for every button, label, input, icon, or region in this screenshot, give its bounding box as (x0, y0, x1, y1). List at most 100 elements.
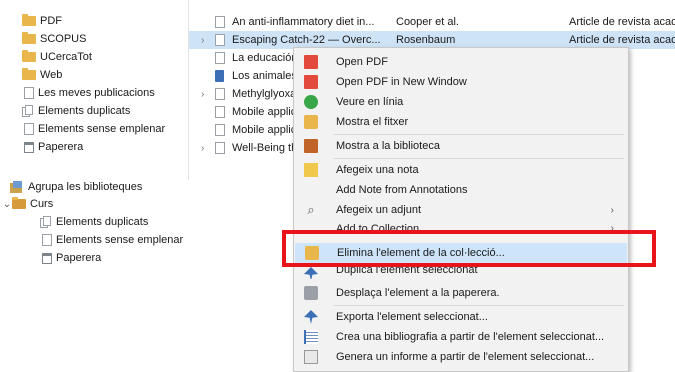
folder-icon (22, 68, 36, 80)
duplicate-icon (22, 105, 34, 117)
export-icon (304, 310, 318, 324)
trash-icon (304, 286, 318, 300)
journal-article-icon (215, 34, 225, 46)
chevron-right-icon[interactable]: › (201, 143, 204, 154)
menu-label: Add Note from Annotations (336, 184, 468, 196)
menu-export-item[interactable]: Exporta l'element seleccionat... (294, 307, 628, 327)
journal-article-icon (215, 16, 225, 28)
chevron-right-icon[interactable]: › (201, 89, 204, 100)
pdf-icon (304, 75, 318, 89)
menu-move-to-trash[interactable]: Desplaça l'element a la paperera. (294, 283, 628, 303)
item-title: Well-Being thr (232, 142, 301, 154)
menu-open-pdf-new-window[interactable]: Open PDF in New Window (294, 72, 628, 92)
group-libraries-label: Agrupa les biblioteques (28, 181, 143, 193)
collection-label: SCOPUS (40, 33, 87, 45)
collection-label: Elements duplicats (56, 216, 149, 228)
folder-icon (22, 32, 36, 44)
menu-duplicate-item[interactable]: Duplica l'element seleccionat (294, 267, 628, 279)
my-publications[interactable]: Les meves publicacions (24, 84, 155, 102)
journal-article-icon (215, 88, 225, 100)
menu-open-pdf[interactable]: Open PDF (294, 52, 628, 72)
duplicate-items[interactable]: Elements duplicats (22, 102, 130, 120)
menu-label: Open PDF (336, 56, 388, 68)
note-icon (304, 163, 318, 177)
menu-label: Crea una bibliografia a partir de l'elem… (336, 331, 605, 343)
unfiled-items[interactable]: Elements sense emplenar (24, 120, 165, 138)
menu-add-note[interactable]: Afegeix una nota (294, 160, 628, 180)
folder-icon (22, 50, 36, 62)
collection-label: Paperera (56, 252, 102, 264)
item-type: Article de revista acad (569, 34, 675, 46)
folder-icon (304, 115, 318, 129)
report-icon (304, 350, 318, 364)
collection-web[interactable]: Web (22, 66, 62, 84)
item-row[interactable]: An anti-inflammatory diet in... Cooper e… (189, 13, 675, 31)
trash-icon (24, 141, 34, 153)
item-title: Escaping Catch-22 — Overc... (232, 34, 381, 46)
paperclip-icon: ⌕ (307, 202, 315, 217)
trash-icon (42, 252, 52, 264)
library-icon (304, 139, 318, 153)
submenu-arrow-icon: › (610, 204, 614, 216)
curs-trash[interactable]: Paperera (42, 249, 101, 267)
item-type: Article de revista acad (569, 16, 675, 28)
collection-label: PDF (40, 15, 62, 27)
menu-generate-report[interactable]: Genera un informe a partir de l'element … (294, 347, 628, 367)
journal-article-icon (215, 124, 225, 136)
item-title: Mobile applica (232, 106, 303, 118)
journal-article-icon (215, 52, 225, 64)
menu-create-bibliography[interactable]: Crea una bibliografia a partir de l'elem… (294, 327, 628, 347)
menu-label: Duplica l'element seleccionat (336, 267, 478, 276)
item-title: An anti-inflammatory diet in... (232, 16, 375, 28)
library-label: Curs (30, 198, 54, 210)
collection-scopus[interactable]: SCOPUS (22, 30, 86, 48)
menu-label: Desplaça l'element a la paperera. (336, 287, 500, 299)
menu-separator (334, 134, 624, 135)
item-creator: Rosenbaum (396, 34, 456, 46)
collection-label: Elements duplicats (38, 105, 131, 117)
collection-ucercatot[interactable]: UCercaTot (22, 48, 92, 66)
collection-label: UCercaTot (40, 51, 92, 63)
collection-label: Elements sense emplenar (38, 123, 166, 135)
journal-article-icon (215, 106, 225, 118)
menu-label: Veure en línia (336, 96, 404, 108)
book-icon (215, 70, 224, 82)
collection-label: Paperera (38, 141, 84, 153)
folder-icon (22, 14, 36, 26)
curs-unfiled-items[interactable]: Elements sense emplenar (42, 231, 183, 249)
menu-label: Open PDF in New Window (336, 76, 467, 88)
chevron-right-icon[interactable]: › (201, 35, 204, 46)
menu-label: Exporta l'element seleccionat... (336, 311, 488, 323)
chevron-down-icon[interactable]: ⌄ (2, 199, 12, 210)
highlight-annotation-box (282, 230, 656, 267)
menu-add-note-from-annotations[interactable]: Add Note from Annotations (294, 180, 628, 200)
bibliography-icon (304, 330, 318, 344)
item-title: Methylglyoxal (232, 88, 299, 100)
collection-label: Les meves publicacions (38, 87, 155, 99)
menu-label: Afegeix un adjunt (336, 204, 422, 216)
collection-label: Elements sense emplenar (56, 234, 184, 246)
curs-duplicate-items[interactable]: Elements duplicats (40, 213, 148, 231)
menu-separator (334, 305, 624, 306)
group-library-icon (10, 181, 24, 193)
trash[interactable]: Paperera (24, 138, 83, 156)
menu-separator (334, 158, 624, 159)
item-creator: Cooper et al. (396, 16, 459, 28)
document-icon (24, 87, 34, 99)
group-libraries-header[interactable]: Agrupa les biblioteques (10, 178, 142, 196)
menu-show-in-library[interactable]: Mostra a la biblioteca (294, 136, 628, 156)
item-context-menu: Open PDF Open PDF in New Window Veure en… (293, 47, 629, 372)
menu-add-attachment[interactable]: ⌕ Afegeix un adjunt › (294, 200, 628, 220)
journal-article-icon (215, 142, 225, 154)
item-title: Mobile applica (232, 124, 303, 136)
collection-label: Web (40, 69, 63, 81)
menu-label: Mostra a la biblioteca (336, 140, 440, 152)
menu-view-online[interactable]: Veure en línia (294, 92, 628, 112)
document-icon (42, 234, 52, 246)
library-curs[interactable]: ⌄ Curs (2, 195, 53, 213)
pdf-icon (304, 55, 318, 69)
menu-show-file[interactable]: Mostra el fitxer (294, 112, 628, 132)
duplicate-icon (304, 267, 318, 279)
duplicate-icon (40, 216, 52, 228)
collection-pdf[interactable]: PDF (22, 12, 62, 30)
